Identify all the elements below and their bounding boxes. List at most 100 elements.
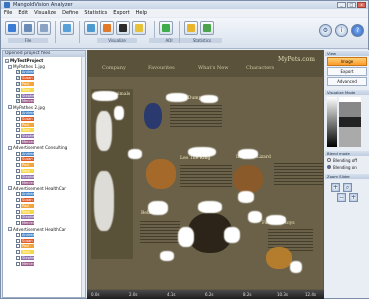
expand-toggle-icon[interactable]: - <box>8 186 12 191</box>
card-text <box>180 165 232 189</box>
settings-button[interactable]: ⚙ <box>319 24 332 37</box>
participant-label: Susan <box>21 116 34 121</box>
participant-checkbox[interactable]: ✓ <box>16 70 20 75</box>
timeline-ruler[interactable]: 0.0s 2.0s 4.1s 6.2s 8.2s 10.3s 12.4s <box>87 290 324 299</box>
intensity-gradient[interactable] <box>327 97 337 147</box>
toy-image <box>266 247 292 269</box>
zoom-out-button[interactable]: − <box>337 193 346 202</box>
focus-spot <box>128 149 142 159</box>
menu-edit[interactable]: Edit <box>18 10 28 16</box>
participant-label: Mercedi <box>21 99 36 104</box>
help-button[interactable]: ? <box>351 24 364 37</box>
zoom-in-button[interactable]: + <box>331 183 340 192</box>
participant-label: Tony <box>21 87 34 92</box>
define-aoi-button[interactable] <box>159 21 173 35</box>
participant-label: Stephen <box>21 174 37 179</box>
open-project-button[interactable] <box>5 21 19 35</box>
focus-map-button[interactable] <box>116 21 130 35</box>
participant-checkbox[interactable] <box>16 232 20 237</box>
statistics-table-button[interactable] <box>200 21 214 35</box>
expand-toggle-icon[interactable]: - <box>5 58 9 63</box>
image-name: Advertisement HealthCar <box>13 185 67 191</box>
participant-label: Mercedi <box>21 221 36 226</box>
blending-on-option[interactable]: Blending on <box>327 164 367 170</box>
participant-label: Andrea <box>21 70 35 75</box>
participant-checkbox[interactable] <box>16 140 20 145</box>
participant-checkbox[interactable] <box>16 221 20 226</box>
menu-file[interactable]: File <box>4 10 12 16</box>
expand-toggle-icon[interactable]: - <box>8 64 12 69</box>
participant-checkbox[interactable] <box>16 215 20 220</box>
timeline-tick: 0.0s <box>91 292 100 297</box>
participant-checkbox[interactable] <box>16 128 20 133</box>
menu-statistics[interactable]: Statistics <box>84 10 107 16</box>
toolbar-group-statistics: Statistics <box>182 20 222 46</box>
zoom-fit-button[interactable]: ⌕ <box>343 183 352 192</box>
toolbar-group-visualize: Visualize <box>82 20 152 46</box>
blending-on-label: Blending on <box>333 164 357 170</box>
card-text <box>170 105 222 129</box>
menu-help[interactable]: Help <box>136 10 147 16</box>
minimize-button[interactable]: _ <box>337 2 346 8</box>
menu-define[interactable]: Define <box>62 10 78 16</box>
participant-checkbox[interactable] <box>16 116 20 121</box>
participant-checkbox[interactable] <box>16 261 20 266</box>
toy-image <box>233 165 263 193</box>
heatmap-button[interactable] <box>100 21 114 35</box>
participant-checkbox[interactable] <box>16 203 20 208</box>
participant-checkbox[interactable] <box>16 192 20 197</box>
participant-checkbox[interactable]: ✓ <box>16 93 20 98</box>
statistics-chart-button[interactable] <box>184 21 198 35</box>
participant-checkbox[interactable] <box>16 111 20 116</box>
participant-checkbox[interactable] <box>16 244 20 249</box>
info-button[interactable]: i <box>335 24 348 37</box>
title-bar: MangoldVision Analyzer _ □ x <box>1 1 368 9</box>
menu-export[interactable]: Export <box>113 10 129 16</box>
participant-checkbox[interactable]: ✓ <box>16 87 20 92</box>
close-button[interactable]: x <box>357 2 366 8</box>
participant-checkbox[interactable] <box>16 174 20 179</box>
menu-visualize[interactable]: Visualize <box>34 10 56 16</box>
webpage-nav-company: Company <box>102 65 126 71</box>
view-export-button[interactable]: Export <box>327 67 367 76</box>
expand-toggle-icon[interactable]: - <box>8 227 12 231</box>
participant-row[interactable]: Mercedi <box>5 261 85 267</box>
import-image-button[interactable] <box>60 21 74 35</box>
blending-off-option[interactable]: Blending off <box>327 157 367 163</box>
project-tree-scrollbar[interactable] <box>81 57 85 297</box>
image-name: MyPathes 1.jpg <box>13 64 45 70</box>
participant-checkbox[interactable] <box>16 151 20 156</box>
close-project-button[interactable] <box>37 21 51 35</box>
participant-checkbox[interactable]: ✓ <box>16 76 20 81</box>
radio-blending-off[interactable] <box>327 158 331 162</box>
participant-checkbox[interactable] <box>16 238 20 243</box>
gaze-plot-button[interactable] <box>84 21 98 35</box>
webpage-header <box>88 51 323 77</box>
bee-swarm-button[interactable] <box>132 21 146 35</box>
radio-blending-on[interactable] <box>327 165 331 169</box>
visualize-mode-preview <box>327 97 367 147</box>
image-view[interactable]: Company Favourites What's New Characters… <box>87 50 324 290</box>
participant-checkbox[interactable]: ✓ <box>16 99 20 104</box>
zoom-reset-button[interactable]: + <box>349 193 358 202</box>
save-button[interactable] <box>21 21 35 35</box>
expand-toggle-icon[interactable]: - <box>8 145 12 150</box>
participant-checkbox[interactable] <box>16 198 20 203</box>
participant-checkbox[interactable] <box>16 250 20 255</box>
participant-checkbox[interactable] <box>16 169 20 174</box>
view-advanced-button[interactable]: Advanced <box>327 77 367 86</box>
expand-toggle-icon[interactable]: - <box>8 105 12 110</box>
participant-checkbox[interactable]: ✓ <box>16 82 20 87</box>
maximize-button[interactable]: □ <box>347 2 356 8</box>
participant-checkbox[interactable] <box>16 209 20 214</box>
participant-checkbox[interactable] <box>16 122 20 127</box>
participant-checkbox[interactable] <box>16 134 20 139</box>
participant-label: Susan <box>21 238 34 243</box>
participant-checkbox[interactable] <box>16 180 20 185</box>
participant-checkbox[interactable] <box>16 163 20 168</box>
participant-checkbox[interactable] <box>16 157 20 162</box>
participant-checkbox[interactable] <box>16 255 20 260</box>
view-image-button[interactable]: Image <box>327 57 367 66</box>
project-name: MyTestProject <box>10 58 44 64</box>
participant-label: Paul <box>21 203 34 208</box>
